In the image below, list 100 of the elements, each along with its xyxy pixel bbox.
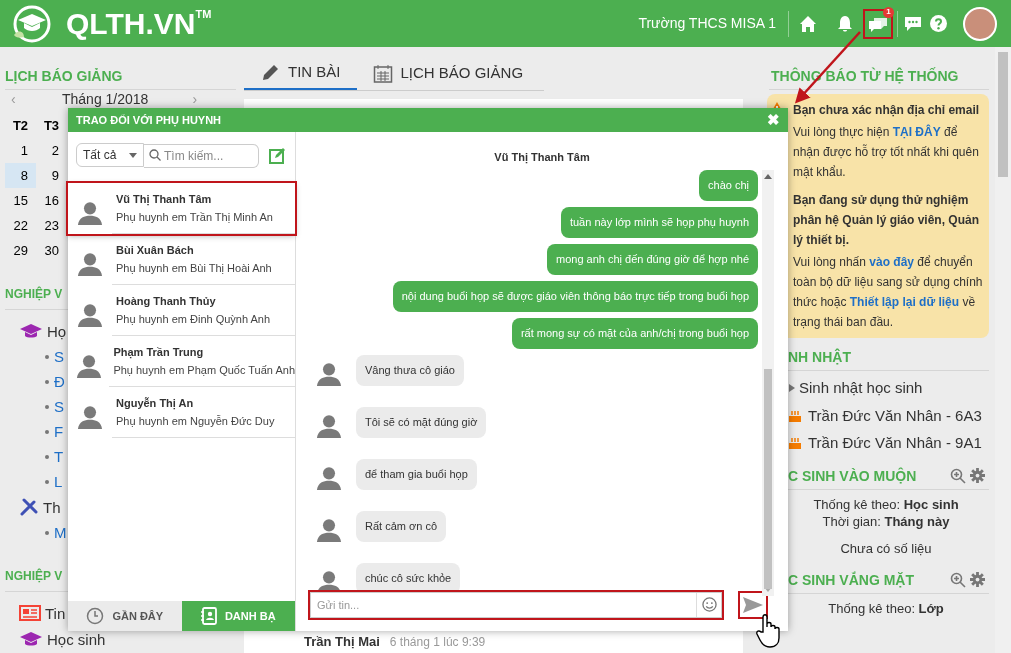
contact-subtitle: Phụ huynh em Bùi Thị Hoài Anh [116, 262, 273, 274]
send-icon [743, 597, 763, 613]
contact-book-icon [200, 607, 217, 625]
contact-name: Hoàng Thanh Thủy [116, 295, 217, 307]
scroll-down-arrow-icon[interactable] [764, 586, 772, 592]
person-icon [77, 199, 103, 226]
send-button[interactable] [740, 593, 766, 617]
compose-icon[interactable] [269, 146, 286, 164]
menu-link[interactable]: F [54, 424, 64, 439]
help-icon[interactable] [930, 15, 947, 32]
received-message: để tham gia buổi họp [356, 459, 477, 490]
chat-scrollbar[interactable] [762, 169, 774, 596]
section-title: C SINH VẮNG MẶT [788, 570, 915, 589]
menu-link[interactable]: S [54, 399, 64, 414]
notice-link[interactable]: Thiết lập lại dữ liệu [849, 295, 960, 309]
menu-link[interactable]: M [54, 525, 67, 540]
zoom-in-icon[interactable] [950, 467, 966, 484]
contact-item[interactable]: Bùi Xuân Bách Phụ huynh em Bùi Thị Hoài Anh [68, 234, 295, 285]
notice-link[interactable]: TẠI ĐÂY [892, 125, 941, 139]
school-name: Trường THCS MISA 1 [638, 14, 776, 33]
content-tab[interactable]: LỊCH BÁO GIẢNG [356, 57, 540, 90]
notice-heading: Bạn chưa xác nhận địa chỉ email [793, 102, 981, 119]
message-icon[interactable] [904, 15, 922, 32]
received-message: Vâng thưa cô giáo [356, 355, 464, 386]
logo-text: QLTH.VN [66, 8, 196, 39]
section-title: NH NHẬT [788, 348, 852, 366]
calendar-day[interactable]: 23 [36, 213, 67, 238]
menu-link[interactable]: T [54, 449, 64, 464]
notification-bell-icon[interactable] [837, 14, 853, 33]
content-tab[interactable]: TIN BÀI [244, 57, 357, 90]
bottom-tab[interactable]: GẦN ĐÂY [68, 601, 182, 631]
clock-icon [86, 607, 105, 625]
calendar-day[interactable]: 1 [5, 138, 36, 163]
contact-item[interactable]: Hoàng Thanh Thủy Phụ huynh em Đinh Quỳnh Anh [68, 285, 295, 336]
sent-message: tuần này lớp mình sẽ họp phụ huynh [560, 206, 758, 238]
calendar-day[interactable]: 30 [36, 238, 67, 263]
contact-item[interactable]: Phạm Trần Trung Phụ huynh em Phạm Quốc Tuấn Anh [68, 336, 295, 387]
home-icon[interactable] [799, 14, 817, 33]
menu-group[interactable]: Tin [45, 605, 66, 621]
birthday-subtitle: Sinh nhật học sinh [799, 378, 923, 398]
user-avatar[interactable] [963, 6, 997, 41]
settings-icon[interactable] [970, 468, 985, 483]
calendar-day[interactable]: 8 [5, 163, 36, 188]
stat-setting: Thống kê theo: Lớp [828, 599, 944, 617]
trademark-mark: TM [195, 7, 212, 20]
birthday-cake-icon [788, 408, 802, 423]
search-icon [149, 149, 161, 161]
person-icon [77, 250, 103, 277]
stat-setting: Thống kê theo: Học sinh [813, 495, 959, 513]
search-field[interactable]: Tìm kiếm... [144, 144, 259, 168]
scroll-up-arrow-icon[interactable] [764, 173, 772, 179]
birthday-cake-icon [788, 436, 802, 451]
contact-subtitle: Phụ huynh em Đinh Quỳnh Anh [116, 313, 272, 325]
dialog-title: TRAO ĐỔI VỚI PHỤ HUYNH [76, 112, 223, 129]
panel-title: THÔNG BÁO TỪ HỆ THỐNG [771, 67, 960, 85]
person-icon [316, 412, 342, 439]
sent-message: rất mong sự có mặt của anh/chị trong buổi họp [511, 317, 758, 349]
graduation-cap-icon [19, 631, 43, 647]
conversation-title: Vũ Thị Thanh Tâm [493, 150, 591, 166]
calendar-day[interactable]: 16 [36, 188, 67, 213]
weekday-label: T2 [11, 117, 30, 136]
menu-link[interactable]: S [54, 349, 64, 364]
contact-item[interactable]: Nguyễn Thị An Phụ huynh em Nguyễn Đức Duy [68, 387, 295, 438]
notice-link[interactable]: vào đây [869, 255, 914, 269]
menu-link[interactable]: Đ [54, 374, 65, 389]
month-label: Tháng 1/2018 [62, 89, 149, 109]
received-message: Tôi sẽ có mặt đúng giờ [356, 407, 487, 438]
calendar-day[interactable]: 15 [5, 188, 36, 213]
person-icon [316, 464, 342, 491]
contact-name: Nguyễn Thị An [116, 397, 195, 409]
contact-name: Vũ Thị Thanh Tâm [116, 193, 213, 205]
chat-bubbles-icon [868, 15, 888, 32]
emoji-icon[interactable] [702, 597, 717, 612]
sidebar-title: LỊCH BÁO GIẢNG [5, 67, 124, 85]
page-scrollbar[interactable] [995, 47, 1011, 653]
calendar-day[interactable]: 9 [36, 163, 67, 188]
sent-message: chào chị [699, 169, 758, 201]
calendar-icon [372, 63, 393, 84]
calendar-day[interactable]: 29 [5, 238, 36, 263]
contact-name: Phạm Trần Trung [113, 346, 205, 358]
newspaper-icon [19, 605, 41, 621]
received-message: Rất cảm ơn cô [356, 511, 446, 542]
section-title: C SINH VÀO MUỘN [788, 466, 918, 485]
post-author: Trần Thị Mai [304, 632, 380, 651]
calendar-day[interactable]: 2 [36, 138, 67, 163]
message-field[interactable]: Gửi tin... [310, 592, 722, 618]
filter-dropdown[interactable]: Tất cả [76, 143, 144, 167]
menu-group[interactable]: Th [43, 499, 61, 515]
contact-item[interactable]: Vũ Thị Thanh Tâm Phụ huynh em Trần Thị Minh An [68, 183, 295, 234]
calendar-day[interactable]: 22 [5, 213, 36, 238]
contact-subtitle: Phụ huynh em Phạm Quốc Tuấn Anh [113, 364, 295, 376]
menu-link[interactable]: L [54, 474, 63, 489]
birthday-student: Trần Đức Văn Nhân - 6A3 [808, 405, 982, 426]
menu-group[interactable]: Họ [47, 323, 67, 339]
graduation-cap-icon [19, 323, 43, 339]
menu-group[interactable]: Học sinh [47, 631, 106, 647]
settings-icon[interactable] [970, 572, 985, 587]
sent-message: mong anh chị đến đúng giờ để hợp nhé [547, 243, 758, 275]
zoom-in-icon[interactable] [950, 571, 966, 588]
section-title: NGHIỆP V [5, 567, 63, 585]
